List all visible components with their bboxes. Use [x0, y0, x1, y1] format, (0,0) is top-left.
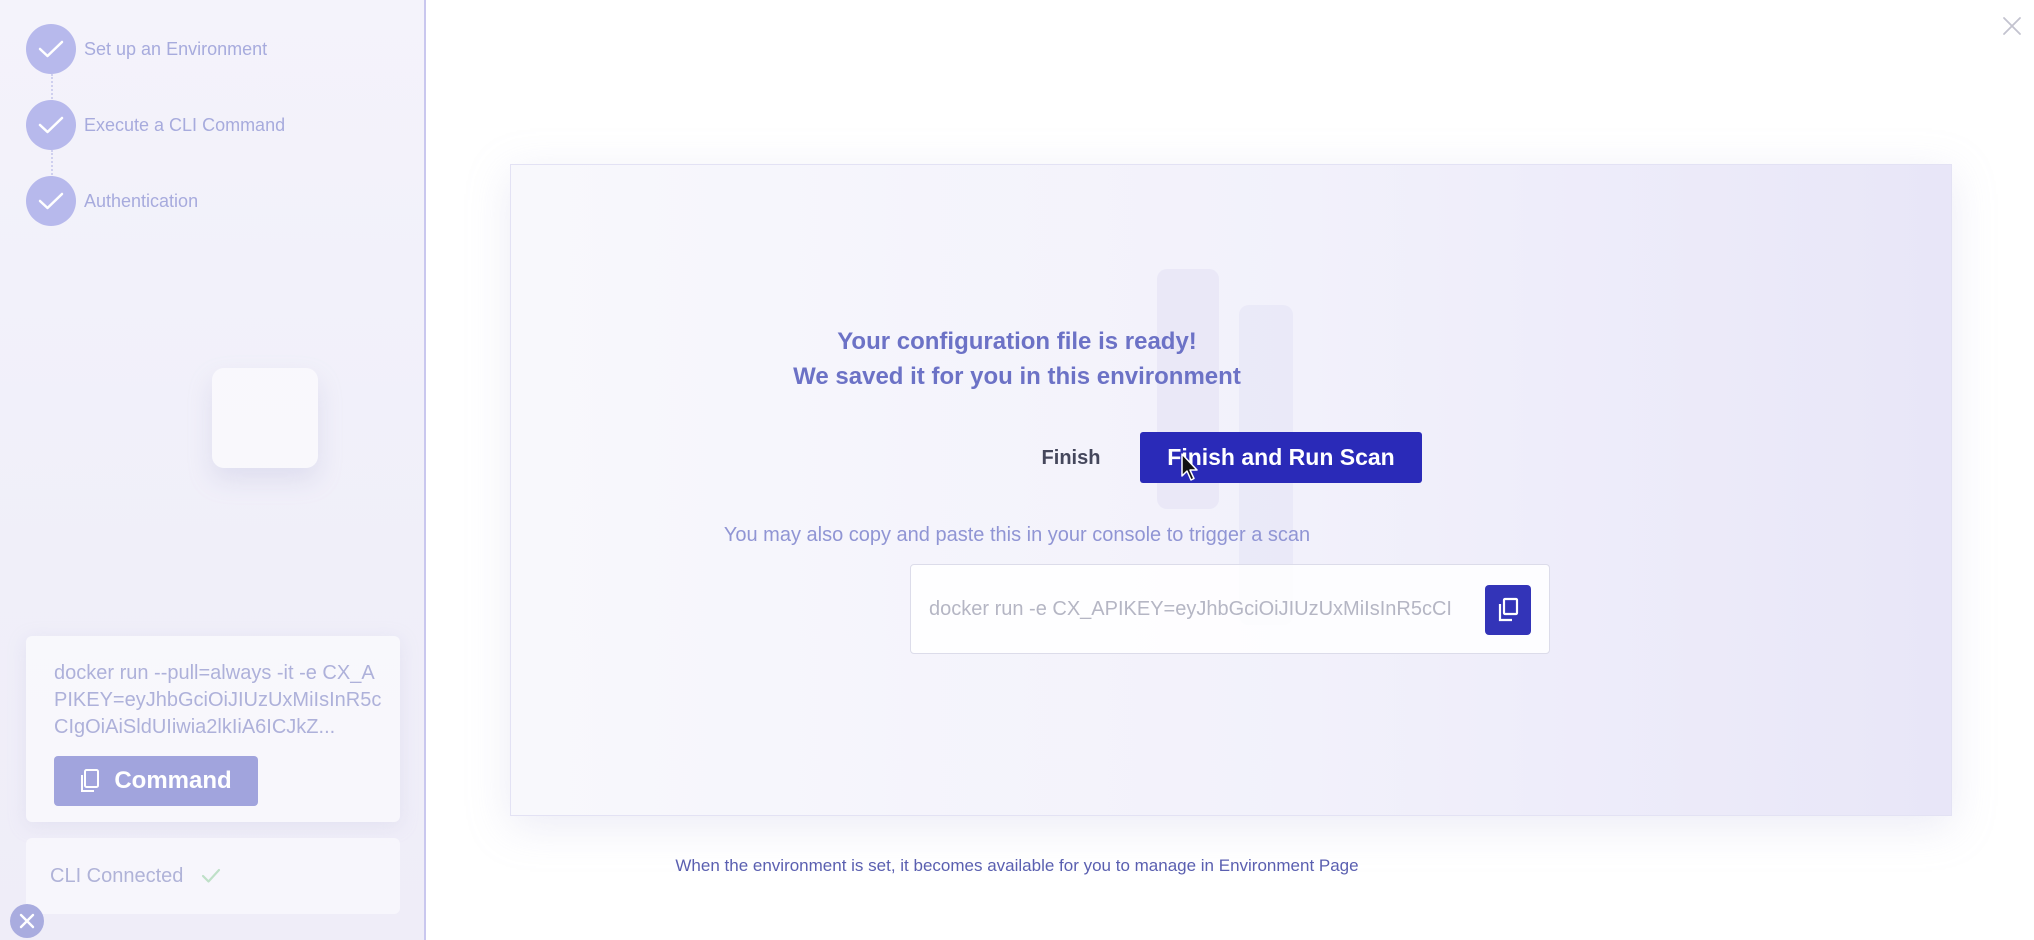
step-set-up-environment[interactable]: Set up an Environment: [26, 23, 267, 75]
copy-icon: [80, 769, 100, 793]
copy-command-button[interactable]: Command: [54, 756, 258, 806]
step-label: Authentication: [84, 190, 199, 211]
page-subtitle: We saved it for you in this environment: [793, 363, 1241, 390]
copy-icon: [1498, 597, 1519, 622]
copy-command-label: Command: [114, 767, 232, 794]
finish-button[interactable]: Finish: [1006, 436, 1136, 480]
step-execute-cli-command[interactable]: Execute a CLI Command: [26, 99, 285, 151]
page-title: Your configuration file is ready!: [837, 328, 1197, 355]
step-check-icon: [26, 100, 76, 150]
cli-status-card: CLI Connected: [26, 838, 400, 914]
copy-button[interactable]: [1485, 585, 1531, 635]
close-icon[interactable]: [2000, 14, 2024, 38]
step-connector: [51, 150, 53, 178]
wizard-sidebar: Set up an Environment Execute a CLI Comm…: [0, 0, 426, 940]
step-label: Set up an Environment: [84, 38, 268, 59]
command-field: [910, 564, 1550, 654]
footer-note: When the environment is set, it becomes …: [675, 856, 1359, 875]
step-label: Execute a CLI Command: [84, 114, 286, 135]
step-connector: [51, 74, 53, 102]
step-authentication[interactable]: Authentication: [26, 175, 198, 227]
configuration-ready-panel: [510, 164, 1952, 816]
step-check-icon: [26, 24, 76, 74]
copy-hint-text: You may also copy and paste this in your…: [723, 524, 1311, 546]
command-input[interactable]: [929, 591, 1481, 627]
mouse-cursor-icon: [1181, 453, 1198, 481]
step-check-icon: [26, 176, 76, 226]
command-card: docker run --pull=always -it -e CX_APIKE…: [26, 636, 400, 822]
command-preview: docker run --pull=always -it -e CX_APIKE…: [54, 662, 382, 738]
close-icon[interactable]: [10, 904, 44, 938]
